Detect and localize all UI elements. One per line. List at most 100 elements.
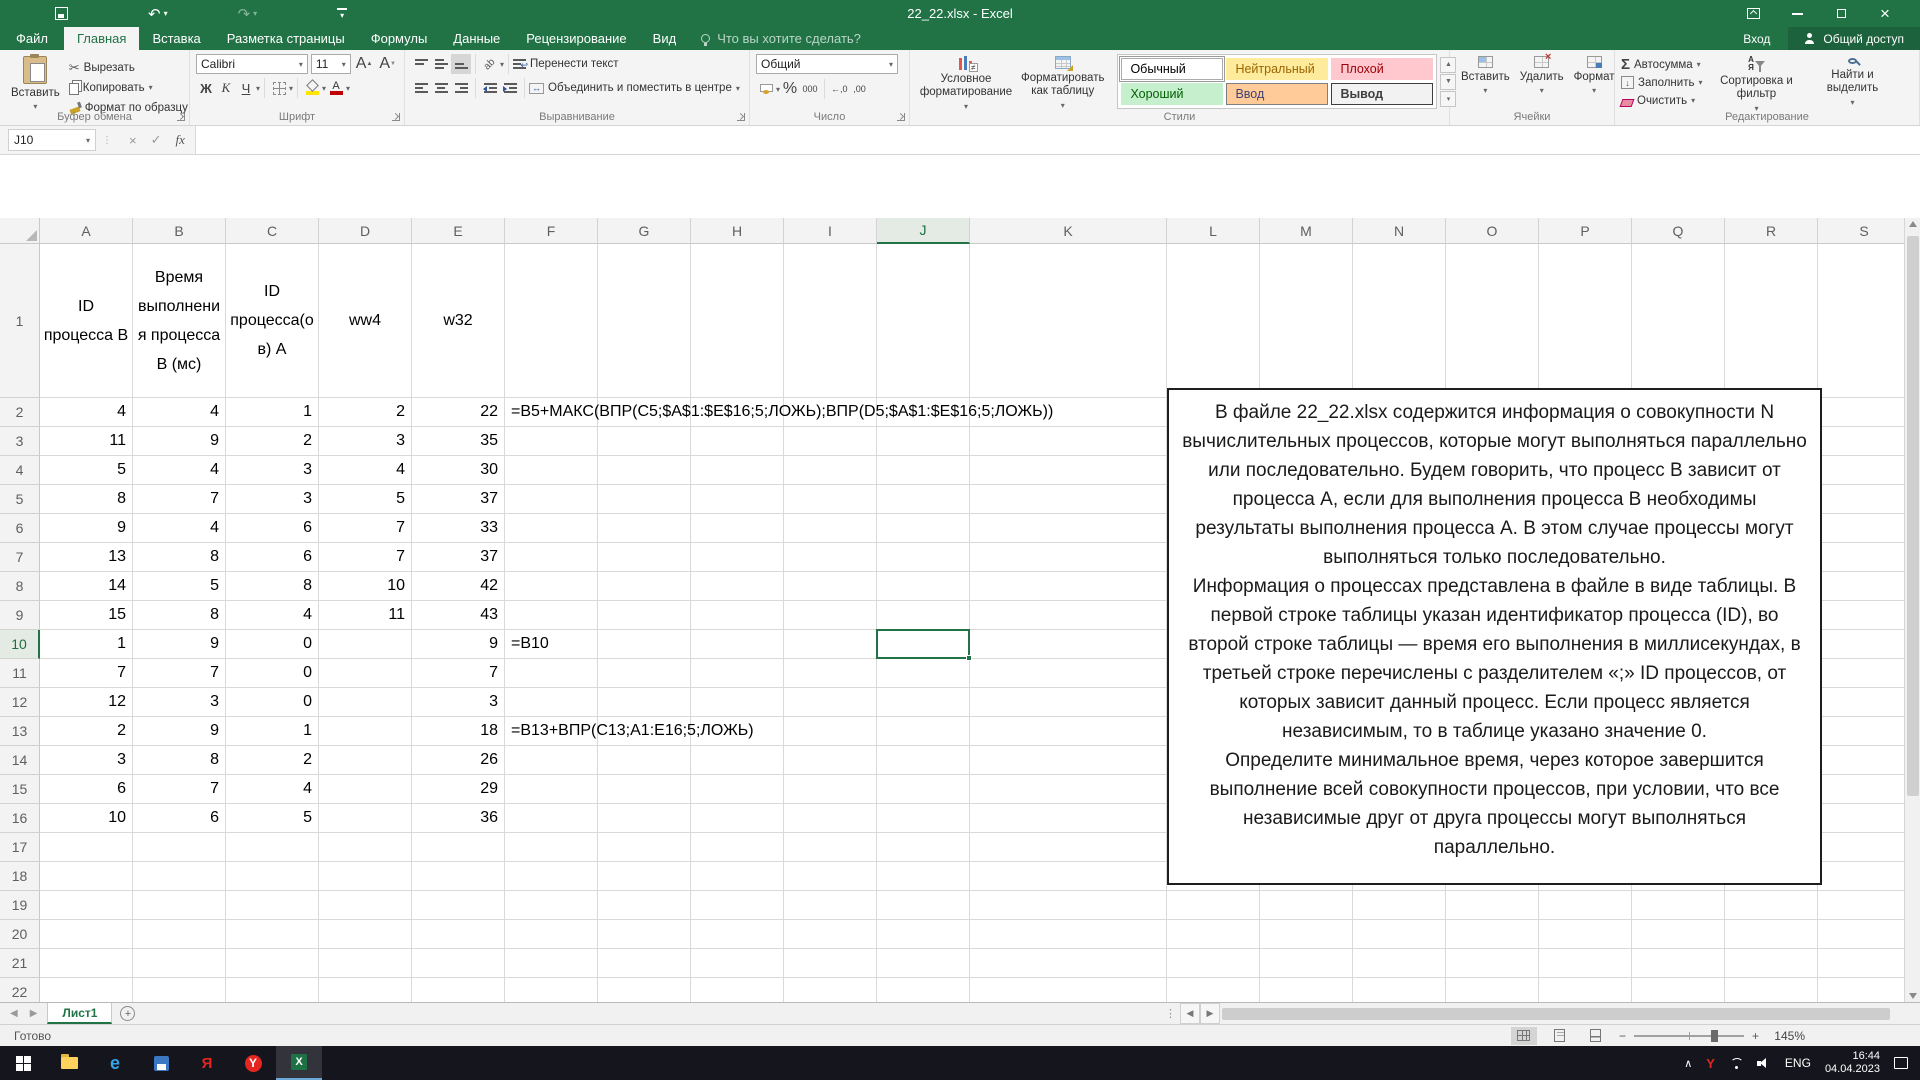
grid-cell-A13[interactable]: 2 <box>40 717 133 746</box>
grid-cell-M1[interactable] <box>1260 244 1353 398</box>
font-color-dropdown-icon[interactable]: ▾ <box>346 84 350 93</box>
grid-cell-A16[interactable]: 10 <box>40 804 133 833</box>
delete-cells-button[interactable]: Удалить ▾ <box>1515 54 1569 109</box>
grid-cell-C20[interactable] <box>226 920 319 949</box>
grid-cell-S1[interactable] <box>1818 244 1911 398</box>
font-color-button[interactable]: А <box>326 78 346 98</box>
column-header-I[interactable]: I <box>784 218 877 244</box>
percent-button[interactable]: % <box>780 79 800 99</box>
grid-cell-B1[interactable]: Время выполнения процесса В (мс) <box>133 244 226 398</box>
menu-tab[interactable]: Данные <box>440 27 513 50</box>
align-top-button[interactable] <box>411 54 431 74</box>
grid-cell-H11[interactable] <box>691 659 784 688</box>
grid-cell-G22[interactable] <box>598 978 691 1002</box>
grid-cell-E5[interactable]: 37 <box>412 485 505 514</box>
grid-cell-G18[interactable] <box>598 862 691 891</box>
grid-cell-D16[interactable] <box>319 804 412 833</box>
language-indicator[interactable]: ENG <box>1785 1056 1811 1070</box>
scroll-down-icon[interactable] <box>1909 993 1917 999</box>
grid-cell-A19[interactable] <box>40 891 133 920</box>
grid-cell-C1[interactable]: ID процесса(ов) А <box>226 244 319 398</box>
grid-cell-D17[interactable] <box>319 833 412 862</box>
column-header-K[interactable]: K <box>970 218 1167 244</box>
row-header-4[interactable]: 4 <box>0 456 40 485</box>
font-name-combo[interactable]: Calibri▾ <box>196 54 308 74</box>
save-button[interactable] <box>55 7 68 20</box>
grid-cell-H3[interactable] <box>691 427 784 456</box>
grid-cell-F4[interactable] <box>505 456 598 485</box>
grid-cell-E11[interactable]: 7 <box>412 659 505 688</box>
paste-button[interactable]: Вставить ▾ <box>6 54 65 117</box>
tab-file[interactable]: Файл <box>0 27 64 50</box>
name-box[interactable]: J10 ▾ <box>8 129 96 151</box>
grid-cell-C22[interactable] <box>226 978 319 1002</box>
grid-cell-J8[interactable] <box>877 572 970 601</box>
grid-cell-F18[interactable] <box>505 862 598 891</box>
grid-cell-A17[interactable] <box>40 833 133 862</box>
grid-cell-C5[interactable]: 3 <box>226 485 319 514</box>
grid-cell-E6[interactable]: 33 <box>412 514 505 543</box>
grid-cell-S9[interactable] <box>1818 601 1911 630</box>
row-header-6[interactable]: 6 <box>0 514 40 543</box>
column-header-N[interactable]: N <box>1353 218 1446 244</box>
minimize-button[interactable] <box>1788 5 1806 23</box>
grid-cell-E17[interactable] <box>412 833 505 862</box>
zoom-in-button[interactable]: + <box>1752 1029 1759 1043</box>
grid-cell-K22[interactable] <box>970 978 1167 1002</box>
grid-cell-A18[interactable] <box>40 862 133 891</box>
align-right-button[interactable] <box>451 78 471 98</box>
enter-button[interactable]: ✓ <box>151 132 162 148</box>
sheet-nav-prev-icon[interactable]: ◀ <box>10 1008 18 1019</box>
grid-cell-E20[interactable] <box>412 920 505 949</box>
grid-cell-F17[interactable] <box>505 833 598 862</box>
grid-cell-C16[interactable]: 5 <box>226 804 319 833</box>
orientation-dropdown-icon[interactable]: ▾ <box>500 60 504 69</box>
row-header-15[interactable]: 15 <box>0 775 40 804</box>
grid-cell-S16[interactable] <box>1818 804 1911 833</box>
row-header-13[interactable]: 13 <box>0 717 40 746</box>
grid-cell-S4[interactable] <box>1818 456 1911 485</box>
grid-cell-Q21[interactable] <box>1632 949 1725 978</box>
grid-cell-S14[interactable] <box>1818 746 1911 775</box>
cell-style-swatch[interactable]: Нейтральный <box>1226 58 1328 80</box>
grid-cell-E22[interactable] <box>412 978 505 1002</box>
grid-cell-I4[interactable] <box>784 456 877 485</box>
grid-cell-B10[interactable]: 9 <box>133 630 226 659</box>
grid-cell-F7[interactable] <box>505 543 598 572</box>
fill-dropdown-icon[interactable]: ▾ <box>1698 78 1702 87</box>
undo-dropdown-icon[interactable]: ▾ <box>164 9 168 18</box>
grid-cell-I19[interactable] <box>784 891 877 920</box>
grid-cell-C12[interactable]: 0 <box>226 688 319 717</box>
grid-cell-S11[interactable] <box>1818 659 1911 688</box>
grid-cell-A7[interactable]: 13 <box>40 543 133 572</box>
grid-cell-K11[interactable] <box>970 659 1167 688</box>
grid-cell-A2[interactable]: 4 <box>40 398 133 427</box>
cancel-button[interactable]: × <box>129 133 137 148</box>
grid-cell-H12[interactable] <box>691 688 784 717</box>
grid-cell-O19[interactable] <box>1446 891 1539 920</box>
grid-cell-K9[interactable] <box>970 601 1167 630</box>
grid-cell-K15[interactable] <box>970 775 1167 804</box>
grid-cell-D1[interactable]: ww4 <box>319 244 412 398</box>
sheet-tab-list1[interactable]: Лист1 <box>47 1003 112 1024</box>
grid-cell-A1[interactable]: ID процесса В <box>40 244 133 398</box>
row-header-12[interactable]: 12 <box>0 688 40 717</box>
grid-cell-E1[interactable]: w32 <box>412 244 505 398</box>
grid-cell-A5[interactable]: 8 <box>40 485 133 514</box>
grid-cell-C9[interactable]: 4 <box>226 601 319 630</box>
copy-dropdown-icon[interactable]: ▾ <box>149 83 153 92</box>
vertical-scrollbar[interactable] <box>1904 218 1920 1002</box>
grid-cell-H22[interactable] <box>691 978 784 1002</box>
scroll-up-icon[interactable] <box>1909 221 1917 227</box>
row-header-11[interactable]: 11 <box>0 659 40 688</box>
grid-cell-K13[interactable] <box>970 717 1167 746</box>
row-header-18[interactable]: 18 <box>0 862 40 891</box>
grid-cell-H10[interactable] <box>691 630 784 659</box>
grid-cell-F20[interactable] <box>505 920 598 949</box>
increase-indent-button[interactable] <box>500 78 520 98</box>
grid-cell-H1[interactable] <box>691 244 784 398</box>
grid-cell-H14[interactable] <box>691 746 784 775</box>
grid-cell-H6[interactable] <box>691 514 784 543</box>
row-header-21[interactable]: 21 <box>0 949 40 978</box>
grid-cell-B16[interactable]: 6 <box>133 804 226 833</box>
